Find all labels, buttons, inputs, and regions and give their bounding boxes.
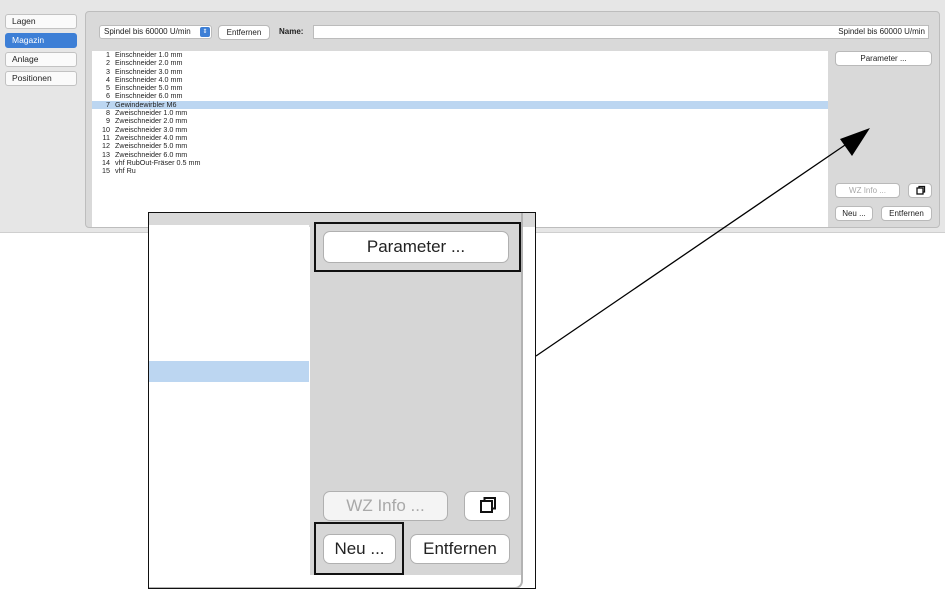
- tool-row[interactable]: 14 vhf RubOut-Fräser 0.5 mm: [92, 158, 828, 167]
- zoom-inset: Parameter ... WZ Info ... Neu ... Entfer…: [148, 212, 536, 589]
- name-field[interactable]: Spindel bis 60000 U/min: [313, 25, 929, 39]
- sidebar-nav: Lagen Magazin Anlage Positionen: [5, 14, 77, 90]
- tool-row[interactable]: 13 Zweischneider 6.0 mm: [92, 150, 828, 159]
- tool-row[interactable]: 9 Zweischneider 2.0 mm: [92, 117, 828, 126]
- tool-row[interactable]: 2 Einschneider 2.0 mm: [92, 58, 828, 67]
- tool-row[interactable]: 12 Zweischneider 5.0 mm: [92, 141, 828, 150]
- copy-icon: [916, 185, 926, 195]
- remove-tool-button[interactable]: Entfernen: [881, 206, 932, 221]
- tool-row[interactable]: 3 Einschneider 3.0 mm: [92, 67, 828, 76]
- new-button-highlight: [314, 522, 404, 575]
- zoom-remove-tool-button[interactable]: Entfernen: [410, 534, 510, 564]
- app-window: Lagen Magazin Anlage Positionen Spindel …: [0, 0, 945, 233]
- copy-icon: [480, 497, 496, 513]
- zoom-copy-button[interactable]: [464, 491, 510, 521]
- tool-row[interactable]: 4 Einschneider 4.0 mm: [92, 75, 828, 84]
- tool-list[interactable]: 1 Einschneider 1.0 mm 2 Einschneider 2.0 mm…: [92, 51, 828, 227]
- nav-item-anlage[interactable]: Anlage: [5, 52, 77, 67]
- nav-item-positionen[interactable]: Positionen: [5, 71, 77, 86]
- zoom-wz-info-button[interactable]: WZ Info ...: [323, 491, 448, 521]
- wz-info-button[interactable]: WZ Info ...: [835, 183, 900, 198]
- magazine-toolbar: Spindel bis 60000 U/min ⇕ Entfernen Name…: [86, 12, 939, 48]
- select-stepper-icon: ⇕: [200, 27, 210, 37]
- tool-row[interactable]: 8 Zweischneider 1.0 mm: [92, 108, 828, 117]
- parameter-highlight: [314, 222, 521, 272]
- tool-number: 15: [102, 166, 110, 176]
- tool-row[interactable]: 7 Gewindewirbler M6: [92, 100, 828, 110]
- magazine-panel: Spindel bis 60000 U/min ⇕ Entfernen Name…: [85, 11, 940, 228]
- tool-name: vhf Ru: [115, 166, 136, 176]
- tool-row[interactable]: 15 vhf Ru: [92, 166, 828, 176]
- remove-magazine-button[interactable]: Entfernen: [218, 25, 270, 40]
- spindle-select[interactable]: Spindel bis 60000 U/min ⇕: [99, 25, 212, 39]
- tool-row[interactable]: 11 Zweischneider 4.0 mm: [92, 133, 828, 142]
- copy-button[interactable]: [908, 183, 932, 198]
- parameter-button[interactable]: Parameter ...: [835, 51, 932, 66]
- tool-row[interactable]: 5 Einschneider 5.0 mm: [92, 83, 828, 92]
- spindle-select-value: Spindel bis 60000 U/min: [104, 27, 191, 36]
- nav-item-magazin[interactable]: Magazin: [5, 33, 77, 48]
- tool-actions-panel: Parameter ... WZ Info ... Neu ... Entfer…: [830, 50, 935, 226]
- tool-row[interactable]: 10 Zweischneider 3.0 mm: [92, 125, 828, 134]
- tool-row[interactable]: 1 Einschneider 1.0 mm: [92, 51, 828, 59]
- nav-item-lagen[interactable]: Lagen: [5, 14, 77, 29]
- name-label: Name:: [279, 27, 304, 36]
- new-tool-button[interactable]: Neu ...: [835, 206, 873, 221]
- tool-row[interactable]: 6 Einschneider 6.0 mm: [92, 92, 828, 101]
